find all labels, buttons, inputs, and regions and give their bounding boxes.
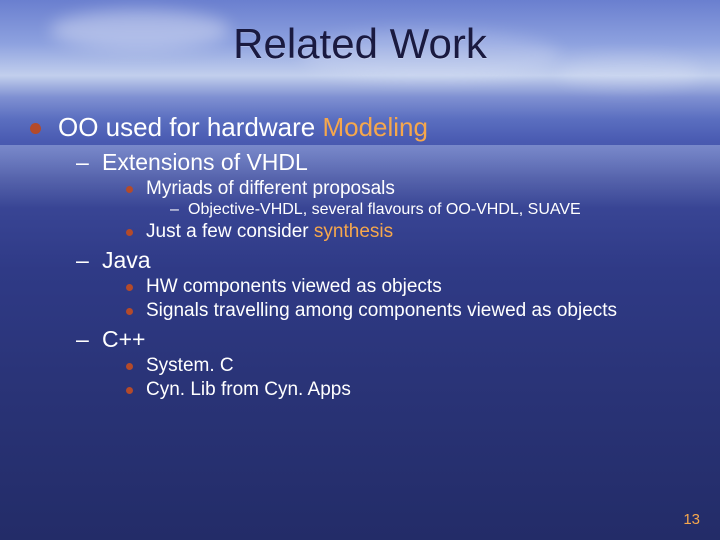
lvl3-text: Myriads of different proposals: [146, 178, 395, 199]
bullet-list-lvl1: OO used for hardware Modeling Extensions…: [28, 112, 692, 401]
lvl2-item-cpp: C++ System. C Cyn. Lib from Cyn. Apps: [76, 326, 692, 401]
bullet-list-lvl3: System. C Cyn. Lib from Cyn. Apps: [102, 355, 692, 401]
lvl1-accent: Modeling: [322, 112, 428, 142]
lvl2-item-java: Java HW components viewed as objects Sig…: [76, 247, 692, 322]
bullet-list-lvl4: Objective-VHDL, several flavours of OO-V…: [146, 201, 692, 219]
lvl3-item: HW components viewed as objects: [124, 276, 692, 298]
bullet-list-lvl3: Myriads of different proposals Objective…: [102, 178, 692, 243]
slide: Related Work OO used for hardware Modeli…: [0, 0, 720, 540]
lvl3-item: Cyn. Lib from Cyn. Apps: [124, 379, 692, 401]
lvl3-text: Just a few consider: [146, 221, 314, 242]
lvl4-item: Objective-VHDL, several flavours of OO-V…: [170, 201, 692, 219]
lvl1-text: OO used for hardware: [58, 112, 322, 142]
lvl2-heading: Extensions of VHDL: [102, 149, 308, 175]
lvl3-item: Just a few consider synthesis: [124, 221, 692, 243]
lvl3-item: Myriads of different proposals Objective…: [124, 178, 692, 219]
lvl2-item-vhdl: Extensions of VHDL Myriads of different …: [76, 149, 692, 243]
page-number: 13: [683, 511, 700, 528]
lvl3-item: Signals travelling among components view…: [124, 300, 692, 322]
lvl3-accent: synthesis: [314, 221, 393, 242]
bullet-list-lvl2: Extensions of VHDL Myriads of different …: [58, 149, 692, 401]
lvl3-item: System. C: [124, 355, 692, 377]
lvl1-item: OO used for hardware Modeling Extensions…: [28, 112, 692, 401]
slide-title: Related Work: [28, 20, 692, 68]
lvl2-heading: Java: [102, 247, 151, 273]
bullet-list-lvl3: HW components viewed as objects Signals …: [102, 276, 692, 322]
lvl2-heading: C++: [102, 326, 145, 352]
